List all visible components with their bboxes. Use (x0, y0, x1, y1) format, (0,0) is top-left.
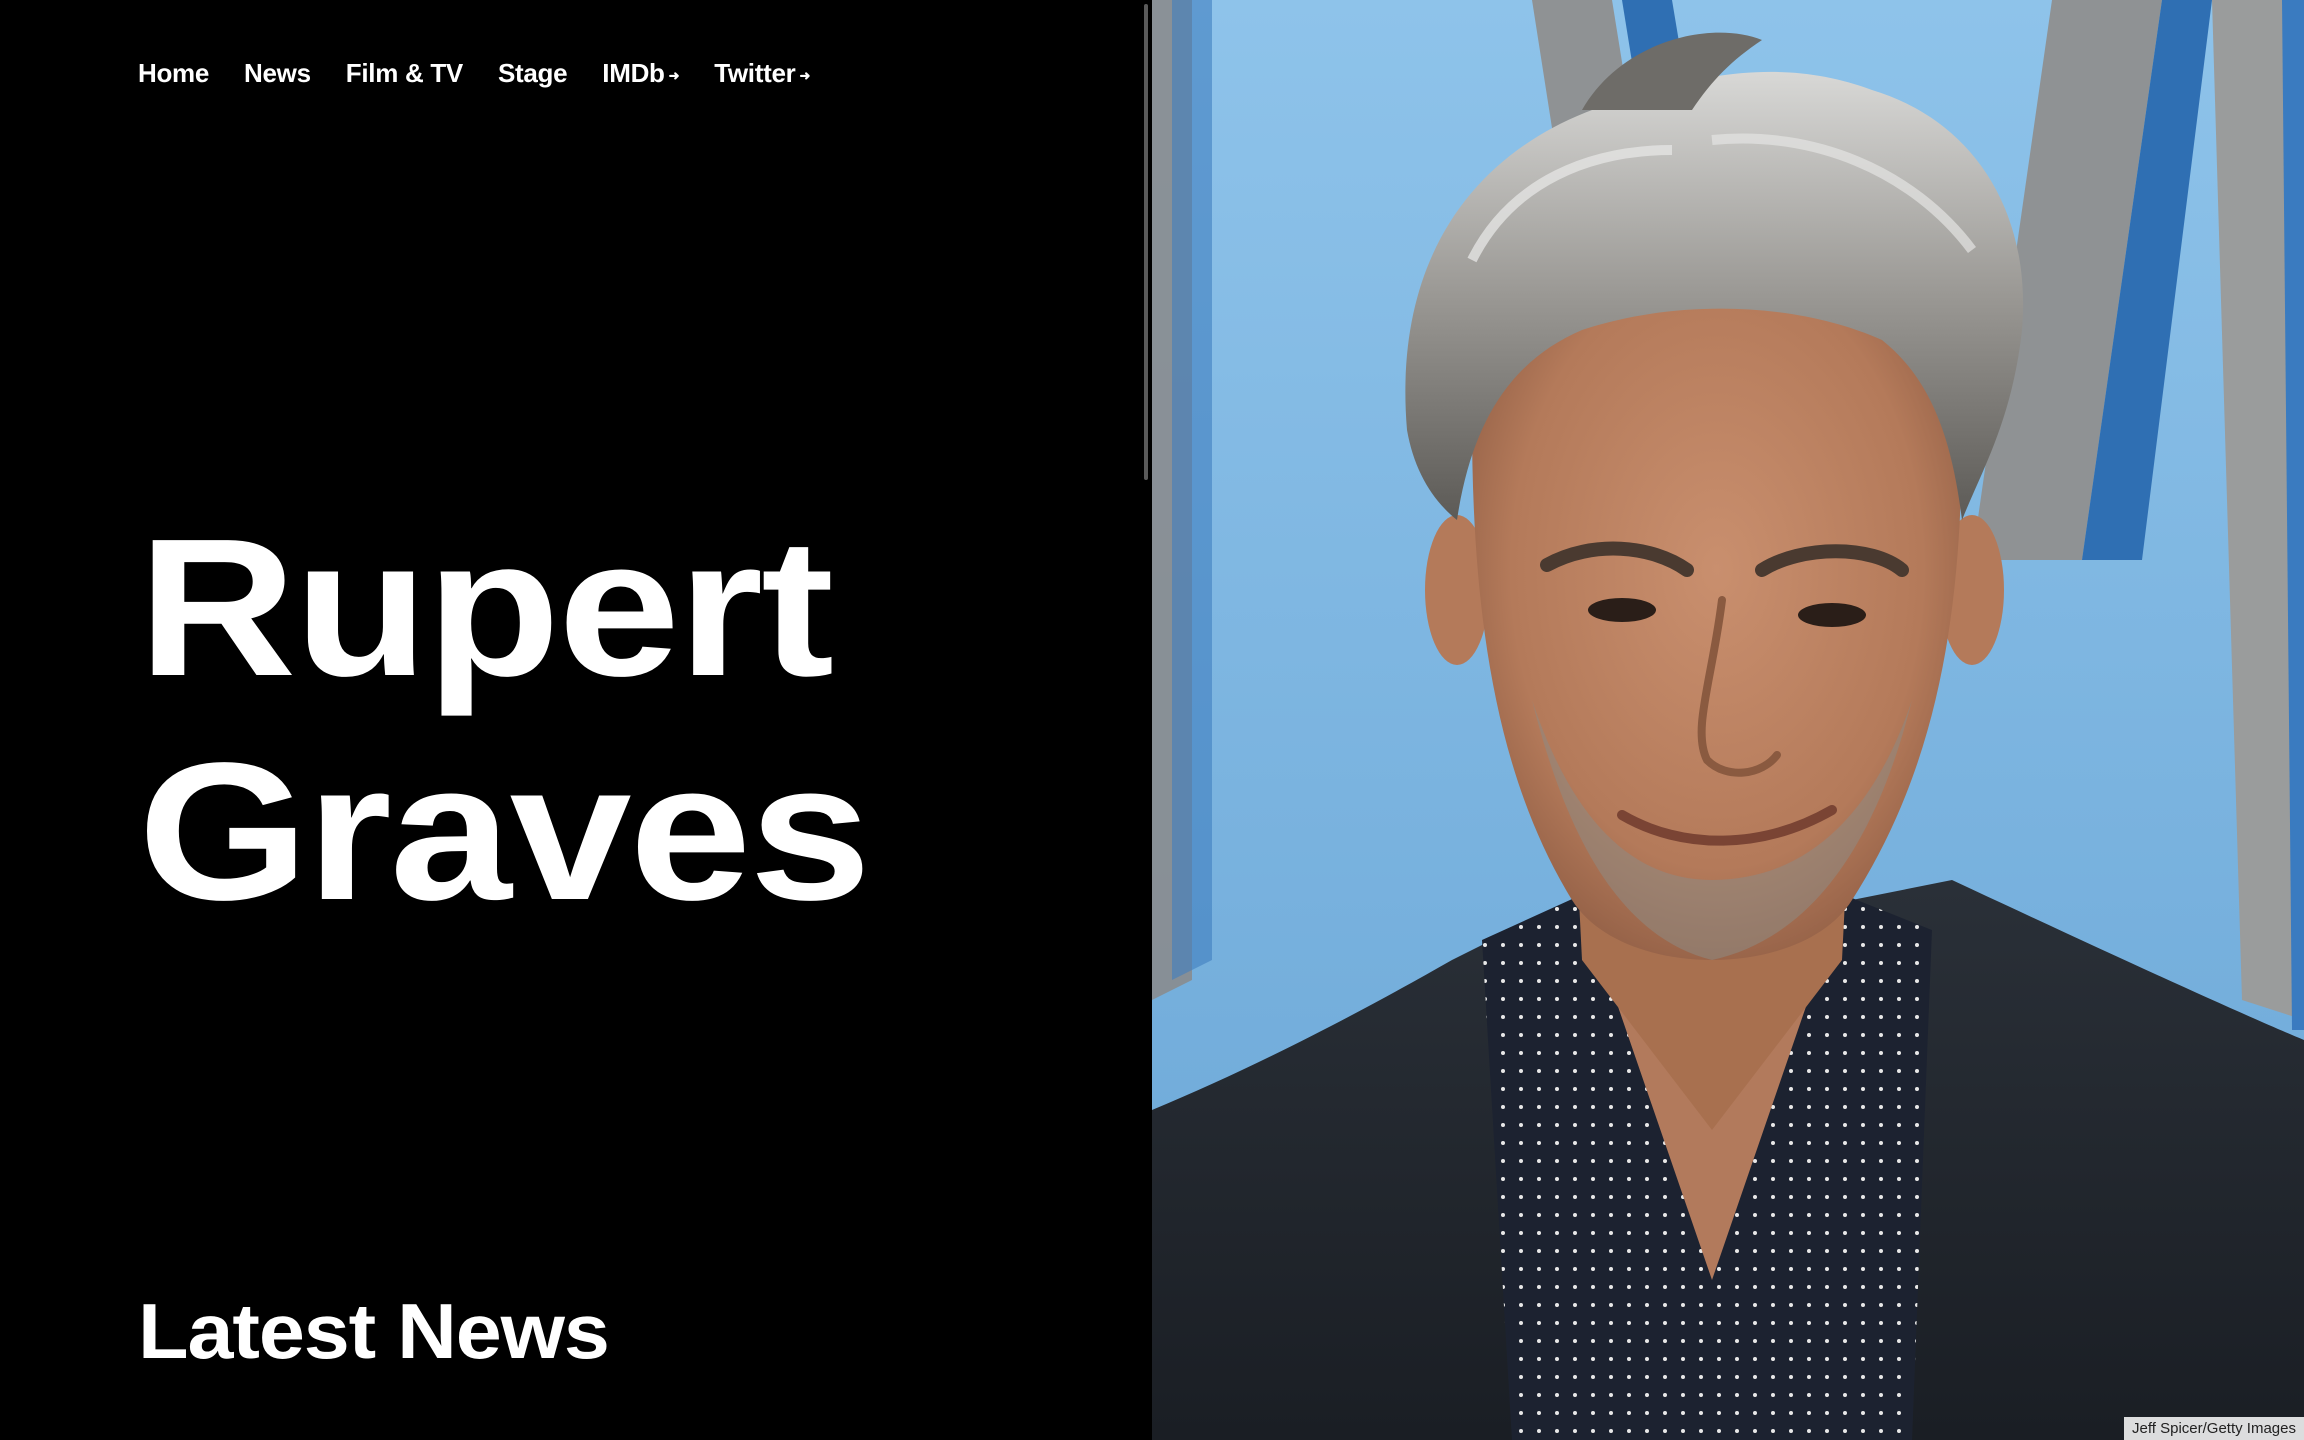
nav-twitter-link[interactable]: Twitter ➜ (714, 58, 810, 89)
nav-film-tv-label: Film & TV (345, 58, 464, 88)
nav-stage-link[interactable]: Stage (497, 58, 568, 89)
hero-photo-panel: Jeff Spicer/Getty Images (1152, 0, 2304, 1440)
title-first-name: Rupert (138, 498, 834, 717)
nav-home-label: Home (138, 58, 210, 88)
external-link-icon: ➜ (668, 68, 680, 83)
nav-film-tv-link[interactable]: Film & TV (345, 58, 464, 89)
latest-news-heading: Latest News (138, 1287, 610, 1375)
title-last-name: Graves (138, 722, 871, 941)
left-panel: Home News Film & TV Stage IMDb ➜ Twitter… (0, 0, 1152, 1440)
nav-home-link[interactable]: Home (138, 58, 209, 89)
main-nav: Home News Film & TV Stage IMDb ➜ Twitter… (138, 58, 810, 89)
photo-credit: Jeff Spicer/Getty Images (2124, 1417, 2304, 1440)
scrollbar-thumb[interactable] (1144, 4, 1148, 480)
nav-news-link[interactable]: News (244, 58, 311, 89)
nav-news-label: News (244, 58, 311, 88)
external-link-icon: ➜ (799, 68, 811, 83)
page-title: Rupert Graves (138, 496, 871, 944)
portrait-photo (1152, 0, 2304, 1440)
nav-imdb-link[interactable]: IMDb ➜ (602, 58, 679, 89)
nav-twitter-label: Twitter (714, 58, 796, 88)
nav-imdb-label: IMDb (602, 58, 665, 88)
nav-stage-label: Stage (497, 58, 568, 88)
